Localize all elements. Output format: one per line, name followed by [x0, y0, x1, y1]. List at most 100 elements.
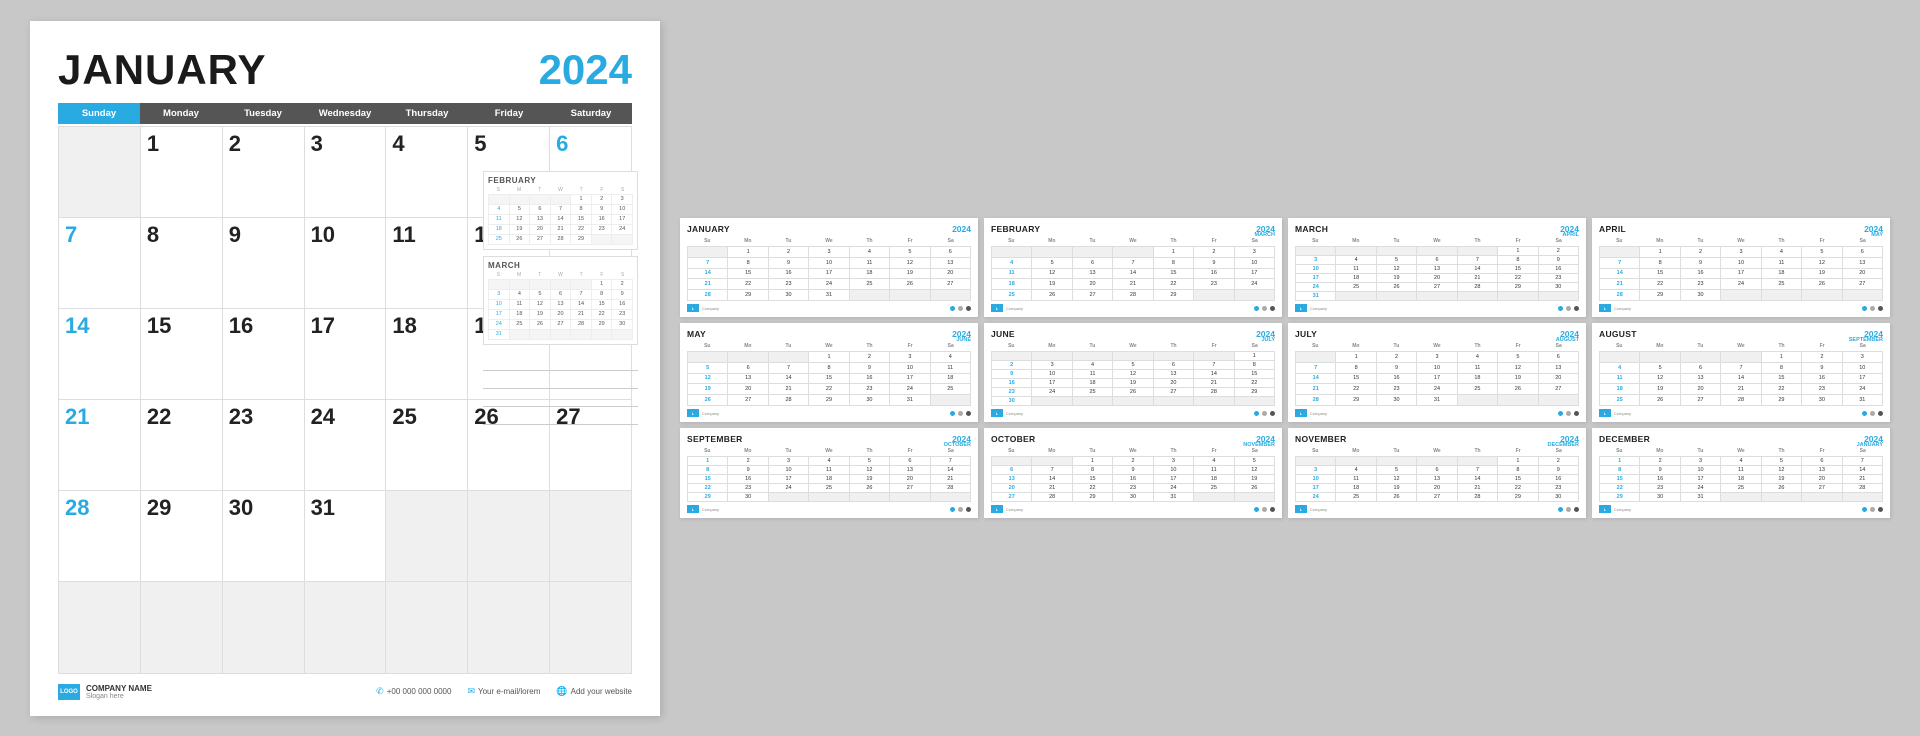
day-monday: Monday [140, 103, 222, 124]
mini-cal-november: NOVEMBER2024DECEMBERSuMoTuWeThFrSa123456… [1288, 428, 1586, 518]
mini-month-8: SEPTEMBER [687, 434, 743, 444]
logo-box: LOGO [58, 684, 80, 700]
main-cell-empty10 [468, 582, 550, 673]
note-line-1 [483, 355, 638, 371]
website-text: Add your website [571, 687, 632, 696]
mini-row-1: MAY2024JUNESuMoTuWeThFrSa123456789101112… [680, 323, 1890, 422]
note-line-2 [483, 373, 638, 389]
mini-footer-logo-1: L Company [991, 304, 1023, 312]
main-calendar-header: JANUARY 2024 [58, 49, 632, 91]
main-cell-empty11 [550, 582, 632, 673]
email-info: ✉ Your e-mail/lorem [467, 686, 540, 697]
main-cell-empty9 [386, 582, 468, 673]
main-cell-21: 21 [59, 400, 141, 491]
mini-next-month-3: MAY [1871, 232, 1883, 238]
note-line-4 [483, 409, 638, 425]
mini-footer-logo-0: L Company [687, 304, 719, 312]
mini-next-month-4: JUNE [956, 337, 971, 343]
main-cell-25: 25 [386, 400, 468, 491]
main-cell-11: 11 [386, 218, 468, 309]
mini-month-2: MARCH [1295, 224, 1328, 234]
phone-icon: ✆ [376, 686, 384, 697]
main-cell-17: 17 [305, 309, 387, 400]
main-cell-24: 24 [305, 400, 387, 491]
mini-cal-october: OCTOBER2024NOVEMBERSuMoTuWeThFrSa1234567… [984, 428, 1282, 518]
mini-footer-dots-0 [950, 306, 971, 311]
mini-next-month-6: AUGUST [1556, 337, 1579, 343]
main-day-names: Sunday Monday Tuesday Wednesday Thursday… [58, 103, 632, 124]
mini-month-0: JANUARY [687, 224, 730, 234]
main-cell-empty2 [386, 491, 468, 582]
mini-cal-july: JULY2024AUGUSTSuMoTuWeThFrSa123456789101… [1288, 323, 1586, 422]
main-month: JANUARY [58, 49, 266, 91]
main-year: 2024 [539, 49, 632, 91]
mini-year-0: 2024 [952, 224, 971, 234]
mini-footer-dots-6 [1558, 411, 1579, 416]
mini-cal-january: JANUARY2024SuMoTuWeThFrSa123456789101112… [680, 218, 978, 317]
email-text: Your e-mail/lorem [478, 687, 540, 696]
mini-row-2: SEPTEMBER2024OCTOBERSuMoTuWeThFrSa123456… [680, 428, 1890, 518]
slogan: Slogan here [86, 693, 152, 700]
mini-next-month-10: DECEMBER [1548, 442, 1579, 448]
mini-footer-logo-6: L Company [1295, 409, 1327, 417]
company-info: COMPANY NAME Slogan here [86, 684, 152, 700]
mini-month-10: NOVEMBER [1295, 434, 1347, 444]
footer-contact: ✆ +00 000 000 0000 ✉ Your e-mail/lorem 🌐… [376, 686, 632, 697]
company-name: COMPANY NAME [86, 684, 152, 693]
main-cell-9: 9 [223, 218, 305, 309]
mini-footer-logo-5: L Company [991, 409, 1023, 417]
mini-footer-dots-11 [1862, 507, 1883, 512]
inset-calendars: FEBRUARY SMTWTFS 123 45678910 1112131415… [483, 171, 638, 427]
note-lines [483, 355, 638, 425]
mini-next-month-2: APRIL [1563, 232, 1580, 238]
note-line-3 [483, 391, 638, 407]
mini-footer-logo-9: L Company [991, 505, 1023, 513]
mini-footer-dots-10 [1558, 507, 1579, 512]
website-info: 🌐 Add your website [556, 686, 632, 697]
mini-month-7: AUGUST [1599, 329, 1637, 339]
mini-next-month-8: OCTOBER [944, 442, 971, 448]
inset-cal-mar: MARCH SMTWTFS 12 3456789 10111213141516 … [483, 256, 638, 345]
main-cell-4: 4 [386, 127, 468, 218]
mini-footer-dots-9 [1254, 507, 1275, 512]
day-wednesday: Wednesday [304, 103, 386, 124]
mini-footer-logo-4: L Company [687, 409, 719, 417]
phone-info: ✆ +00 000 000 0000 [376, 686, 451, 697]
mini-footer-logo-8: L Company [687, 505, 719, 513]
inset-month-mar: MARCH [488, 261, 633, 270]
main-cell-30: 30 [223, 491, 305, 582]
day-friday: Friday [468, 103, 550, 124]
main-cell-10: 10 [305, 218, 387, 309]
main-cell-18: 18 [386, 309, 468, 400]
main-cell-3: 3 [305, 127, 387, 218]
inset-day-names-feb: SMTWTFS [488, 187, 633, 193]
mini-month-4: MAY [687, 329, 706, 339]
main-cell-15: 15 [141, 309, 223, 400]
day-saturday: Saturday [550, 103, 632, 124]
mini-cal-august: AUGUST2024SEPTEMBERSuMoTuWeThFrSa1234567… [1592, 323, 1890, 422]
inset-month-feb: FEBRUARY [488, 176, 633, 185]
mini-footer-logo-3: L Company [1599, 304, 1631, 312]
mini-next-month-9: NOVEMBER [1243, 442, 1275, 448]
mini-month-3: APRIL [1599, 224, 1626, 234]
main-cell-8: 8 [141, 218, 223, 309]
mini-cal-march: MARCH2024APRILSuMoTuWeThFrSa123456789101… [1288, 218, 1586, 317]
mini-next-month-7: SEPTEMBER [1849, 337, 1883, 343]
inset-cal-feb: FEBRUARY SMTWTFS 123 45678910 1112131415… [483, 171, 638, 250]
main-cell-empty5 [59, 582, 141, 673]
mini-cal-september: SEPTEMBER2024OCTOBERSuMoTuWeThFrSa123456… [680, 428, 978, 518]
main-cell-23: 23 [223, 400, 305, 491]
main-cell-empty3 [468, 491, 550, 582]
main-cell-16: 16 [223, 309, 305, 400]
main-cell-29: 29 [141, 491, 223, 582]
main-cell-empty [59, 127, 141, 218]
mini-cal-february: FEBRUARY2024MARCHSuMoTuWeThFrSa123456789… [984, 218, 1282, 317]
mini-cal-may: MAY2024JUNESuMoTuWeThFrSa123456789101112… [680, 323, 978, 422]
day-sunday: Sunday [58, 103, 140, 124]
mini-cal-december: DECEMBER2024JANUARYSuMoTuWeThFrSa1234567… [1592, 428, 1890, 518]
mini-footer-logo-2: L Company [1295, 304, 1327, 312]
day-thursday: Thursday [386, 103, 468, 124]
mini-footer-dots-4 [950, 411, 971, 416]
mini-cal-april: APRIL2024MAYSuMoTuWeThFrSa12345678910111… [1592, 218, 1890, 317]
mini-footer-dots-7 [1862, 411, 1883, 416]
